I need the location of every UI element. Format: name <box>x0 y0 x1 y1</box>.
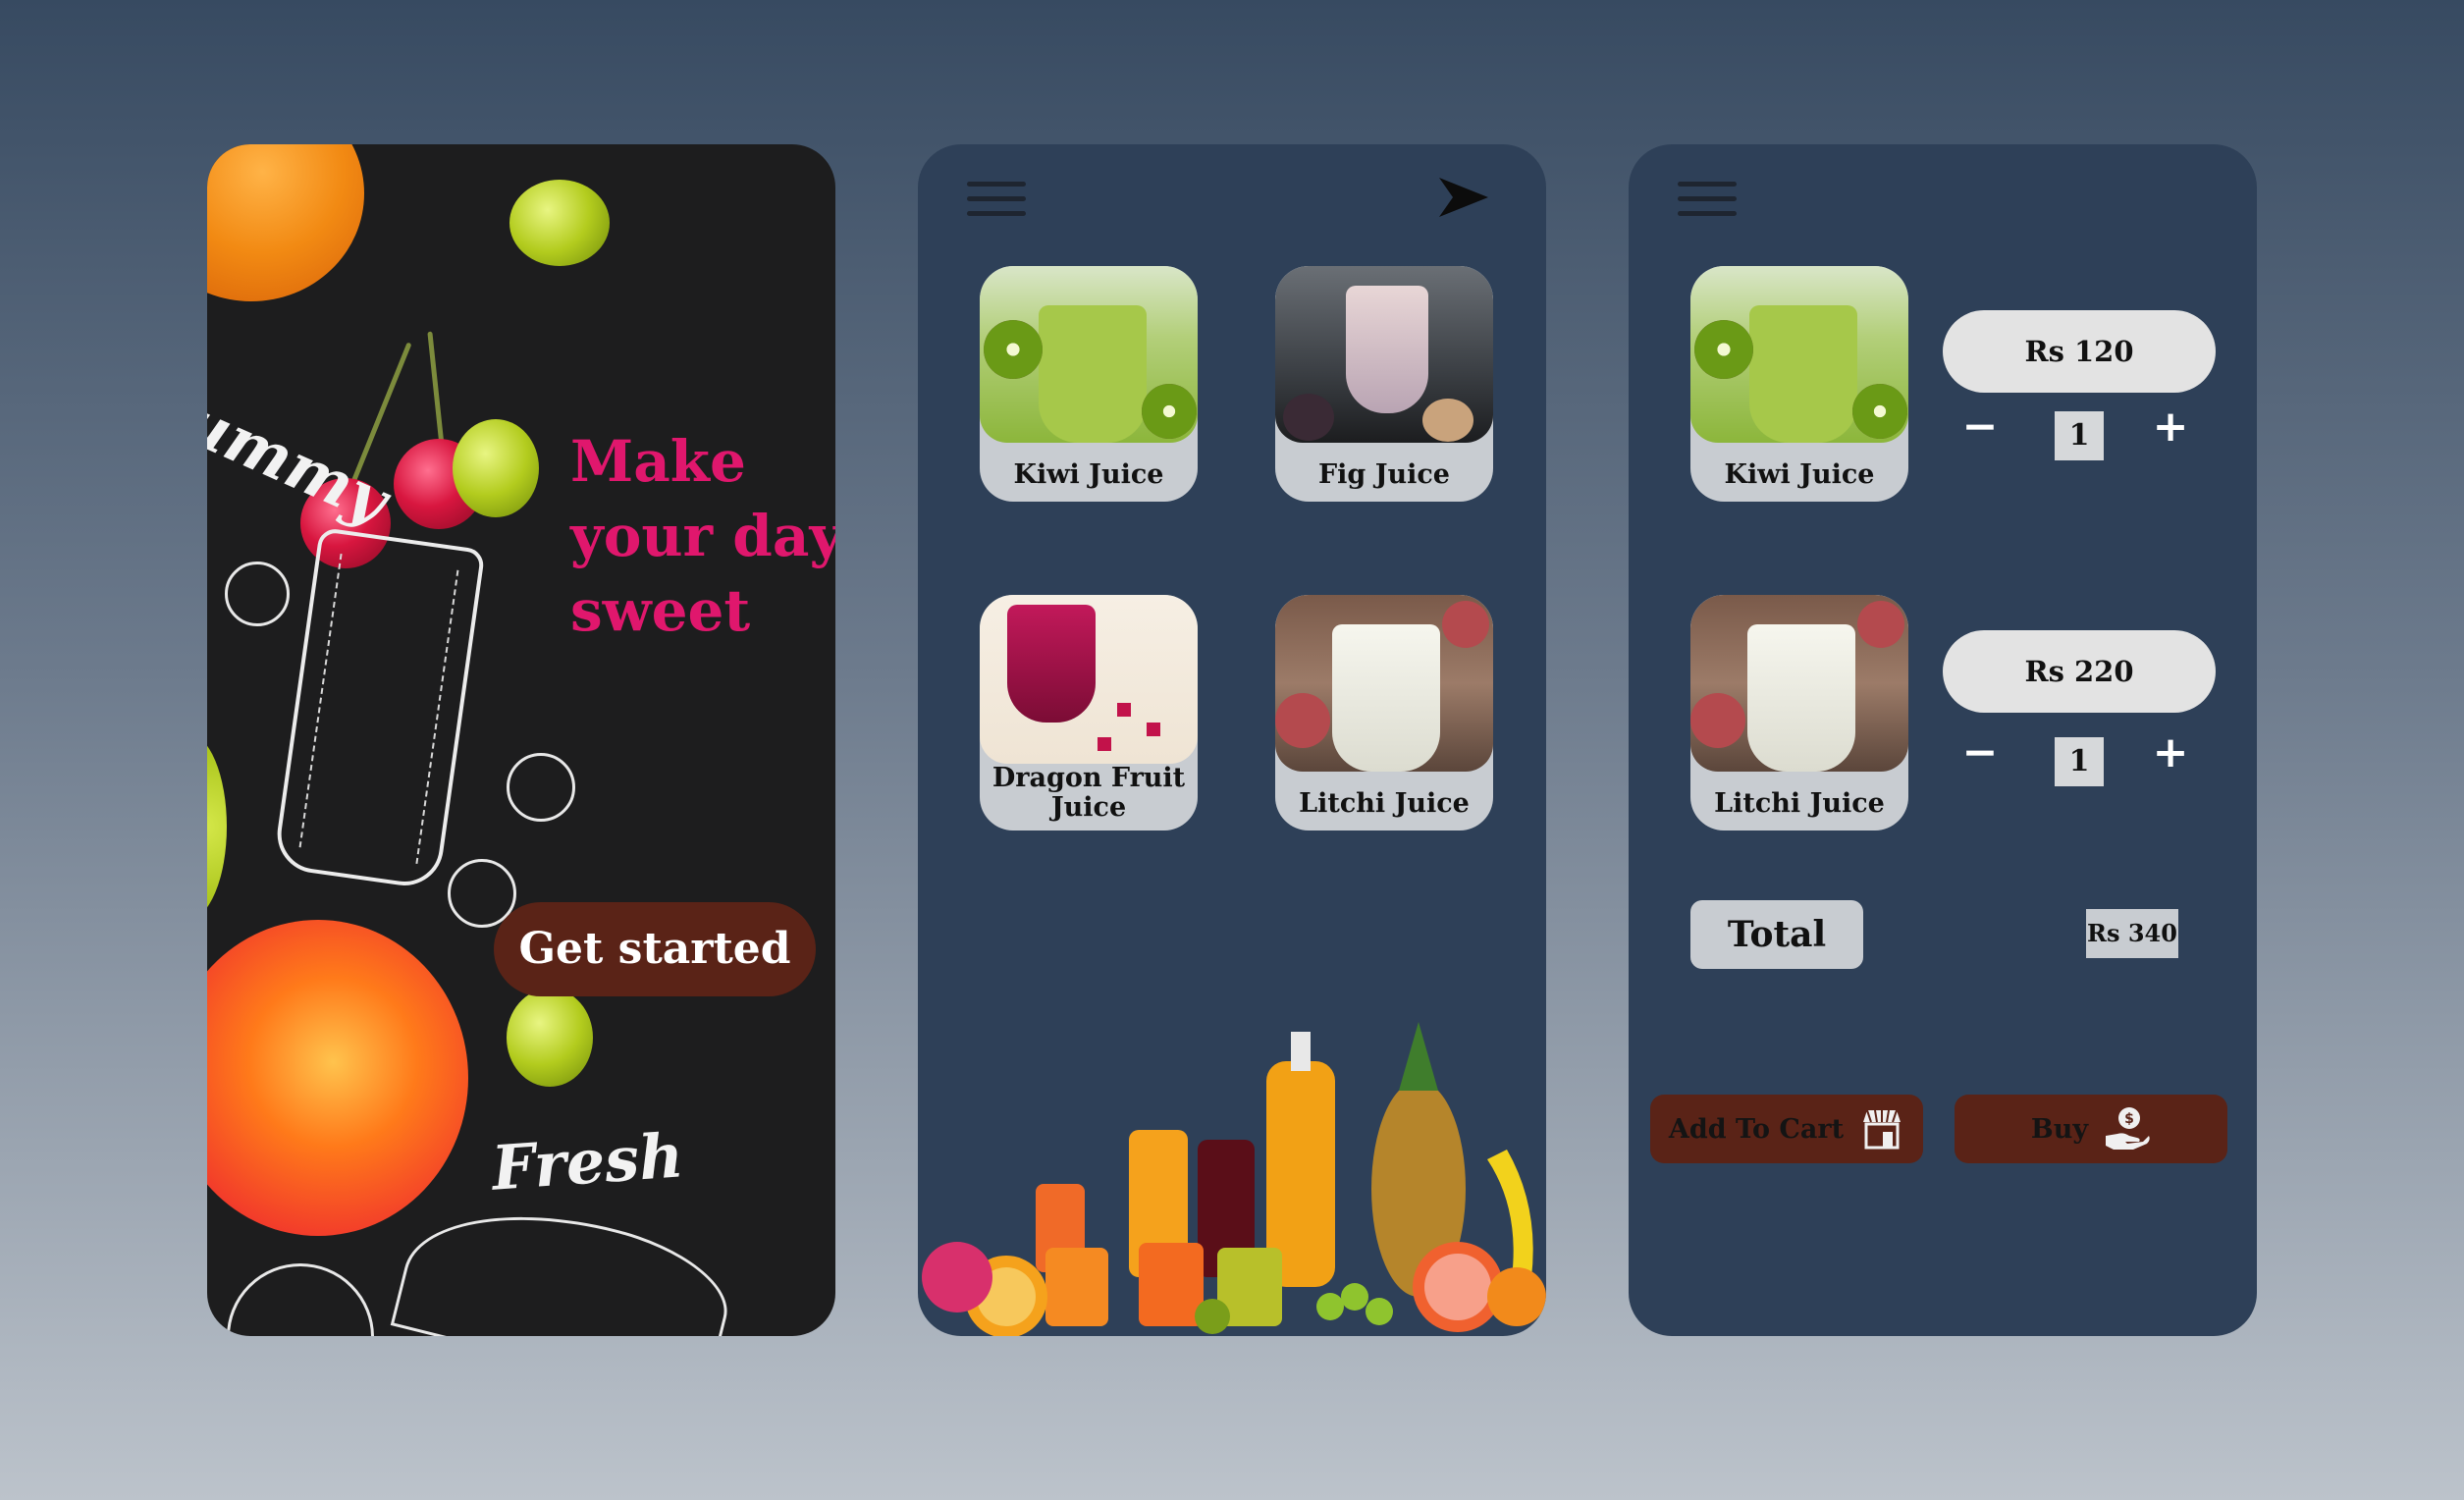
bubble-sketch <box>225 562 290 626</box>
grape-illustration <box>453 419 539 517</box>
hand-money-icon: $ <box>2106 1107 2150 1150</box>
product-label: Litchi Juice <box>1299 788 1470 819</box>
increase-quantity-button[interactable]: + <box>2151 405 2190 449</box>
add-to-cart-button[interactable]: Add To Cart <box>1650 1095 1923 1163</box>
svg-text:$: $ <box>2124 1111 2134 1127</box>
total-value: Rs 340 <box>2086 909 2178 958</box>
script-text-fresh: Fresh <box>489 1119 686 1205</box>
hamburger-icon[interactable] <box>967 182 1026 223</box>
product-label: Fig Juice <box>1318 459 1450 490</box>
product-label: Dragon Fruit Juice <box>991 763 1186 823</box>
grape-illustration <box>509 180 610 266</box>
tagline-line: sweet <box>570 577 751 644</box>
fig-juice-photo <box>1275 266 1493 443</box>
splash-screen: ummy Fresh Make your day sweet Get start… <box>207 144 835 1336</box>
product-card-dragon-fruit[interactable]: Dragon Fruit Juice <box>980 595 1198 830</box>
product-label: Kiwi Juice <box>1013 459 1164 490</box>
price-badge: Rs 220 <box>1943 630 2216 713</box>
dragon-fruit-juice-photo <box>980 595 1198 764</box>
lime-illustration <box>207 733 227 920</box>
cart-item-litchi: Litchi Juice <box>1690 595 1908 830</box>
store-icon <box>1863 1109 1902 1150</box>
menu-screen: Kiwi Juice Fig Juice Dragon Fruit Juice … <box>918 144 1546 1336</box>
buy-button[interactable]: Buy $ <box>1955 1095 2227 1163</box>
juices-and-fruits-illustration <box>922 1022 1546 1336</box>
orange-illustration <box>207 144 364 301</box>
litchi-juice-photo <box>1690 595 1908 772</box>
cart-screen: Kiwi Juice Rs 120 − 1 + Litchi Juice Rs … <box>1629 144 2257 1336</box>
tagline: Make your day sweet <box>570 424 835 648</box>
arrow-right-icon[interactable] <box>1435 174 1492 221</box>
bubble-sketch <box>507 753 575 822</box>
increase-quantity-button[interactable]: + <box>2151 731 2190 775</box>
tagline-line: Make <box>570 428 746 495</box>
kiwi-juice-photo <box>980 266 1198 443</box>
add-to-cart-label: Add To Cart <box>1668 1113 1845 1145</box>
product-label: Kiwi Juice <box>1724 459 1875 490</box>
decrease-quantity-button[interactable]: − <box>1960 405 2000 449</box>
kiwi-juice-photo <box>1690 266 1908 443</box>
total-label: Total <box>1690 900 1863 969</box>
decrease-quantity-button[interactable]: − <box>1960 731 2000 775</box>
glass-sketch <box>272 526 486 891</box>
price-badge: Rs 120 <box>1943 310 2216 393</box>
product-card-kiwi[interactable]: Kiwi Juice <box>980 266 1198 502</box>
citrus-slice-sketch <box>227 1263 374 1336</box>
peach-illustration <box>207 920 468 1236</box>
hamburger-icon[interactable] <box>1678 182 1737 223</box>
product-card-litchi[interactable]: Litchi Juice <box>1275 595 1493 830</box>
product-card-fig[interactable]: Fig Juice <box>1275 266 1493 502</box>
get-started-button[interactable]: Get started <box>494 902 816 996</box>
cart-item-kiwi: Kiwi Juice <box>1690 266 1908 502</box>
buy-label: Buy <box>2030 1113 2089 1145</box>
tagline-line: your day <box>570 503 835 569</box>
quantity-field[interactable]: 1 <box>2055 737 2104 786</box>
leaf-sketch <box>390 1182 741 1336</box>
litchi-juice-photo <box>1275 595 1493 772</box>
product-label: Litchi Juice <box>1714 788 1885 819</box>
grape-illustration <box>507 989 593 1087</box>
quantity-field[interactable]: 1 <box>2055 411 2104 460</box>
